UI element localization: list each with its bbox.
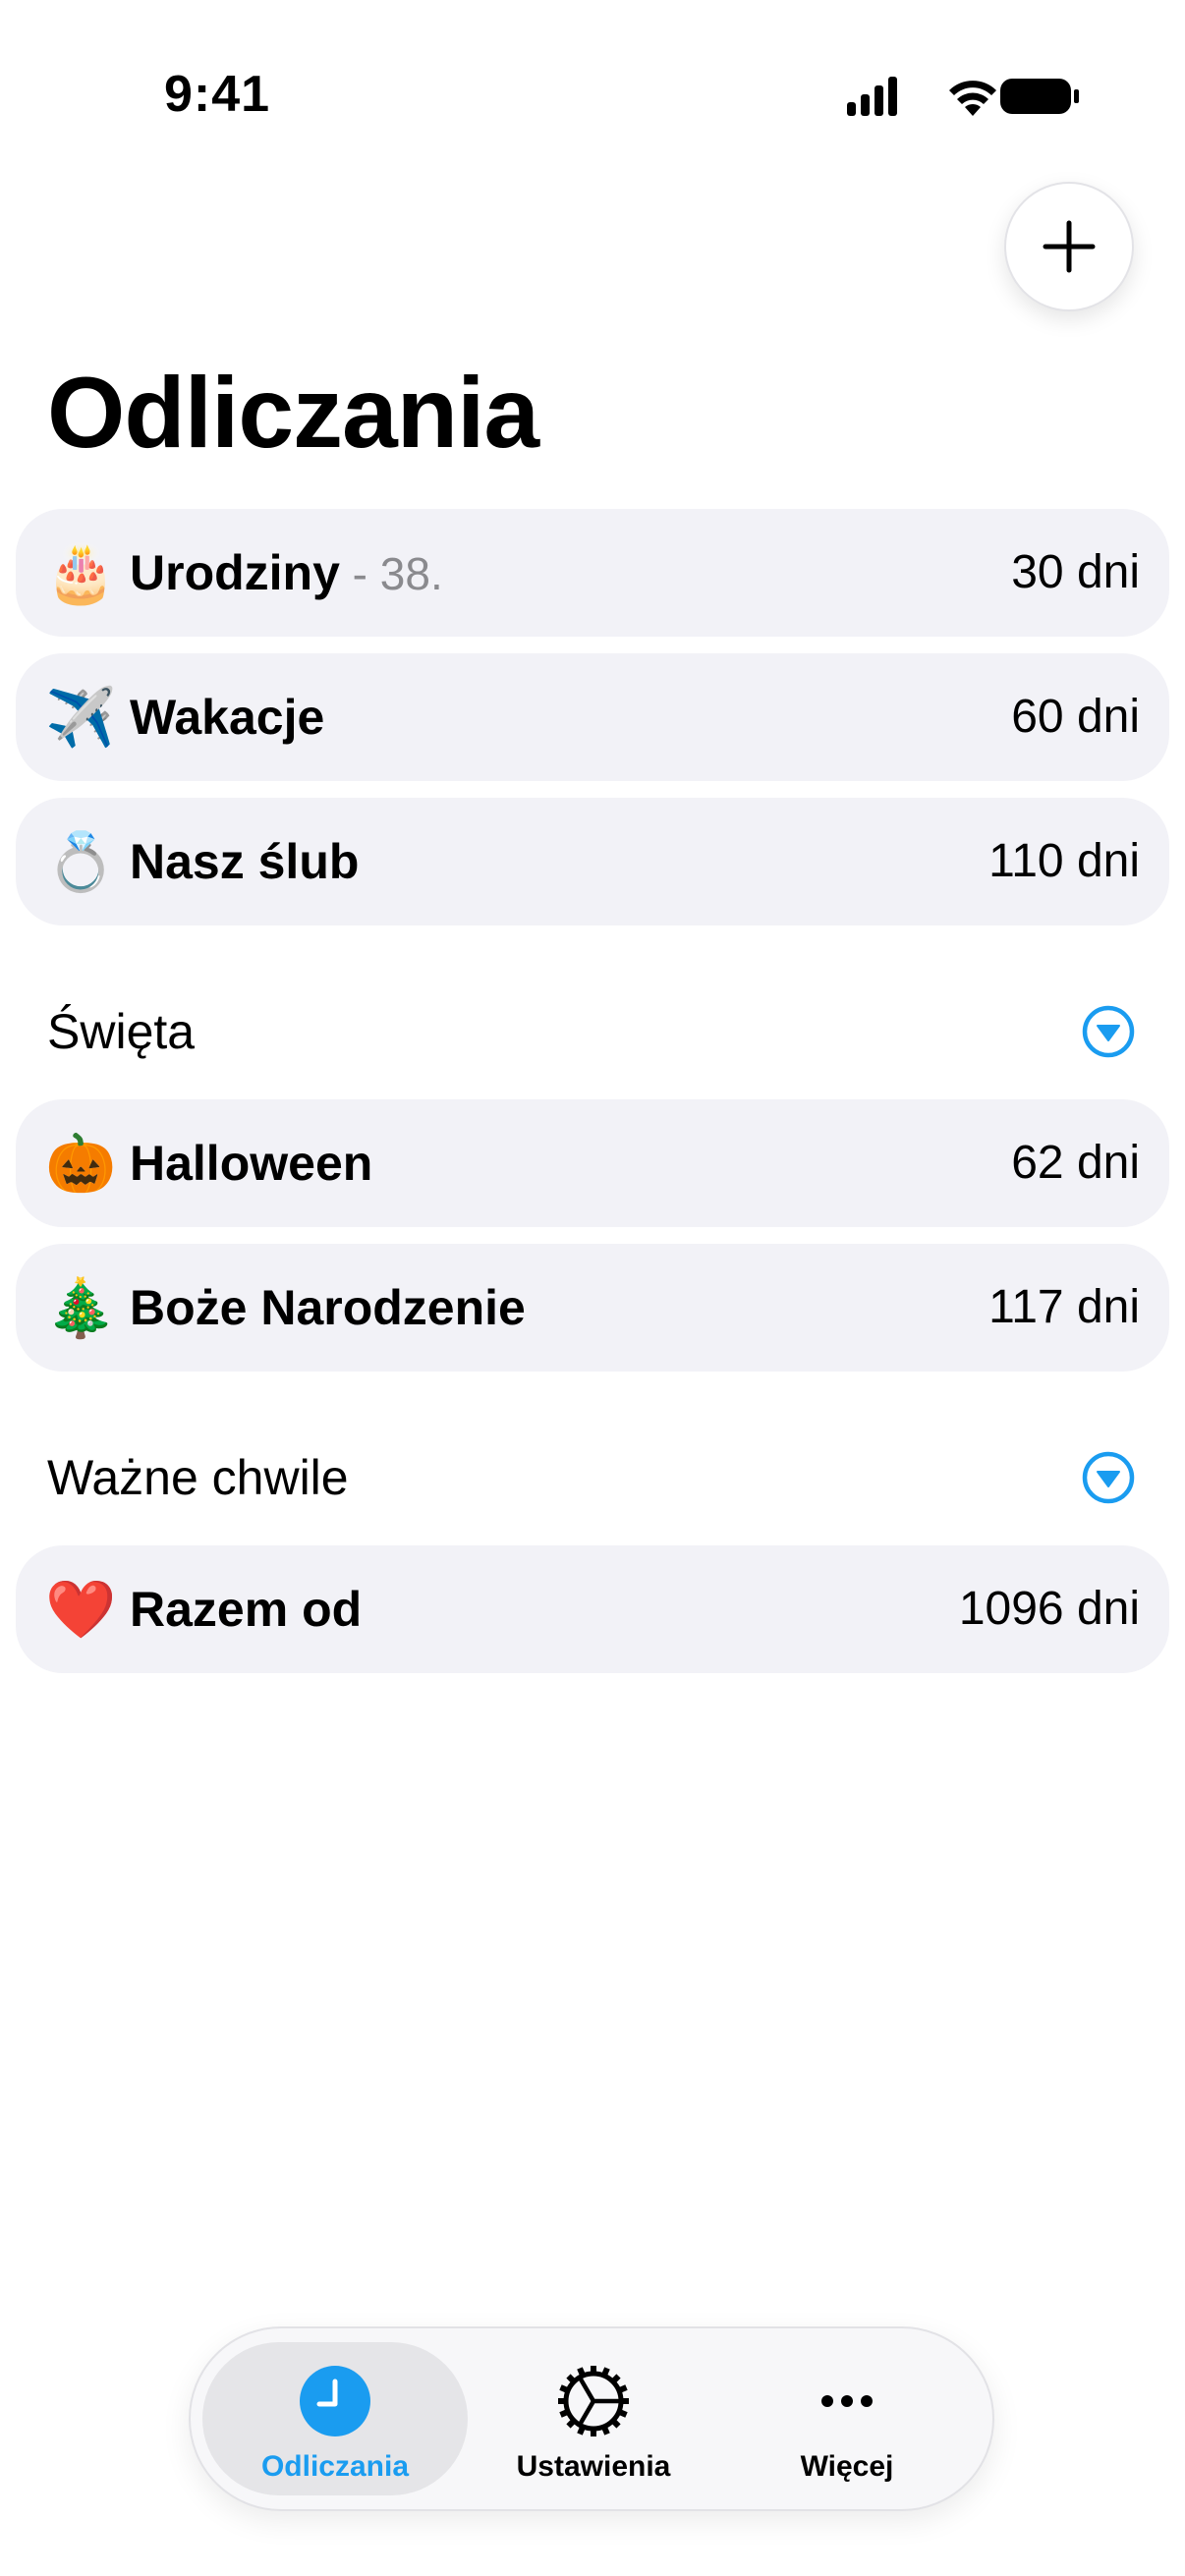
add-countdown-button[interactable]: [1004, 182, 1134, 311]
christmas-tree-icon: 🎄: [45, 1274, 117, 1341]
battery-icon: [1000, 79, 1079, 114]
ring-icon: 💍: [45, 828, 117, 895]
countdown-row-christmas[interactable]: 🎄 Boże Narodzenie 117 dni: [16, 1244, 1169, 1372]
section-title-holidays: Święta: [47, 1004, 196, 1059]
heart-icon: ❤️: [45, 1576, 117, 1643]
countdown-row-halloween[interactable]: 🎃 Halloween 62 dni: [16, 1099, 1169, 1227]
countdown-title-text: Wakacje: [130, 690, 325, 745]
countdown-title: Wakacje: [130, 653, 324, 781]
plus-icon: [1043, 220, 1096, 273]
countdown-row-birthday[interactable]: 🎂 Urodziny - 38. 30 dni: [16, 509, 1169, 637]
ellipsis-icon: [821, 2395, 873, 2407]
countdown-days: 110 dni: [988, 835, 1140, 887]
countdown-title: Halloween: [130, 1136, 373, 1191]
countdown-subtitle: - 38.: [339, 548, 443, 599]
wifi-icon: [949, 81, 996, 116]
page-title: Odliczania: [47, 357, 539, 469]
airplane-icon: ✈️: [45, 684, 117, 751]
countdown-title-text: Nasz ślub: [130, 834, 360, 889]
countdown-row-wedding[interactable]: 💍 Nasz ślub 110 dni: [16, 798, 1169, 925]
birthday-cake-icon: 🎂: [45, 539, 117, 606]
tab-label: Odliczania: [260, 2450, 410, 2483]
countdown-title: Razem od: [130, 1582, 363, 1637]
chevron-down-circle-icon[interactable]: [1081, 1450, 1136, 1505]
tab-bar: Odliczania Ustawienia Więcej: [189, 2326, 994, 2511]
cellular-signal-icon: [847, 77, 897, 116]
status-bar: 9:41: [0, 0, 1185, 187]
tab-settings[interactable]: Ustawienia: [461, 2342, 726, 2495]
tab-label: Więcej: [800, 2450, 894, 2483]
chevron-down-circle-icon[interactable]: [1081, 1004, 1136, 1059]
countdown-days: 1096 dni: [958, 1583, 1140, 1635]
section-title-important-moments: Ważne chwile: [47, 1450, 349, 1505]
tab-more[interactable]: Więcej: [714, 2342, 980, 2495]
countdown-title: Nasz ślub: [130, 798, 359, 925]
countdown-days: 60 dni: [1011, 691, 1140, 743]
tab-label: Ustawienia: [516, 2450, 671, 2483]
gear-icon: [558, 2366, 629, 2436]
countdown-title: Urodziny - 38.: [130, 509, 443, 637]
status-icons: [847, 77, 1079, 116]
status-time: 9:41: [164, 66, 271, 123]
countdown-row-vacation[interactable]: ✈️ Wakacje 60 dni: [16, 653, 1169, 781]
countdown-row-together-since[interactable]: ❤️ Razem od 1096 dni: [16, 1545, 1169, 1673]
pumpkin-icon: 🎃: [45, 1130, 117, 1197]
tab-countdowns[interactable]: Odliczania: [202, 2342, 468, 2495]
countdown-title-text: Urodziny: [130, 545, 340, 600]
countdown-title: Boże Narodzenie: [130, 1280, 526, 1335]
countdown-days: 30 dni: [1011, 546, 1140, 598]
clock-icon: [300, 2366, 370, 2436]
countdown-days: 117 dni: [988, 1281, 1140, 1333]
countdown-days: 62 dni: [1011, 1137, 1140, 1189]
